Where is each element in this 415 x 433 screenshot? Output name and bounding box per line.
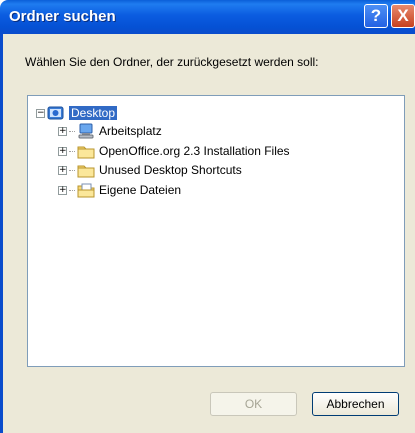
tree-node-label: Arbeitsplatz [99, 124, 162, 138]
tree-node-arbeitsplatz[interactable]: + Arbeitsplatz [58, 122, 162, 140]
computer-icon [77, 123, 95, 139]
tree-node-label: OpenOffice.org 2.3 Installation Files [99, 144, 290, 158]
tree-node-eigene-dateien[interactable]: + Eigene Dateien [58, 181, 181, 199]
expand-toggle[interactable]: + [58, 165, 67, 175]
documents-icon [77, 182, 95, 198]
folder-icon [77, 162, 95, 178]
tree-node-openoffice[interactable]: + OpenOffice.org 2.3 Installation Files [58, 142, 290, 160]
tree-connector [69, 150, 75, 152]
desktop-icon [47, 105, 65, 121]
tree-connector [69, 169, 75, 171]
expand-toggle[interactable]: + [58, 126, 67, 136]
tree-node-label: Desktop [69, 106, 118, 120]
collapse-toggle[interactable]: − [36, 108, 45, 118]
title-bar[interactable]: Ordner suchen ? X [0, 0, 415, 34]
tree-connector [69, 130, 75, 132]
folder-tree[interactable]: − Desktop + Arbeitsplatz + OpenOffice.or… [27, 95, 405, 367]
window-title: Ordner suchen [9, 8, 116, 25]
tree-node-desktop[interactable]: − Desktop [36, 104, 118, 122]
close-button[interactable]: X [391, 4, 415, 28]
prompt-text: Wählen Sie den Ordner, der zurückgesetzt… [25, 55, 319, 69]
cancel-button[interactable]: Abbrechen [312, 392, 399, 416]
folder-browse-dialog: Ordner suchen ? X Wählen Sie den Ordner,… [0, 0, 415, 433]
folder-icon [77, 143, 95, 159]
tree-node-label: Unused Desktop Shortcuts [99, 163, 242, 177]
help-button[interactable]: ? [364, 4, 388, 28]
expand-toggle[interactable]: + [58, 185, 67, 195]
expand-toggle[interactable]: + [58, 146, 67, 156]
tree-node-unused-shortcuts[interactable]: + Unused Desktop Shortcuts [58, 161, 242, 179]
tree-node-label: Eigene Dateien [99, 183, 182, 197]
ok-button[interactable]: OK [210, 392, 297, 416]
tree-connector [69, 189, 75, 191]
